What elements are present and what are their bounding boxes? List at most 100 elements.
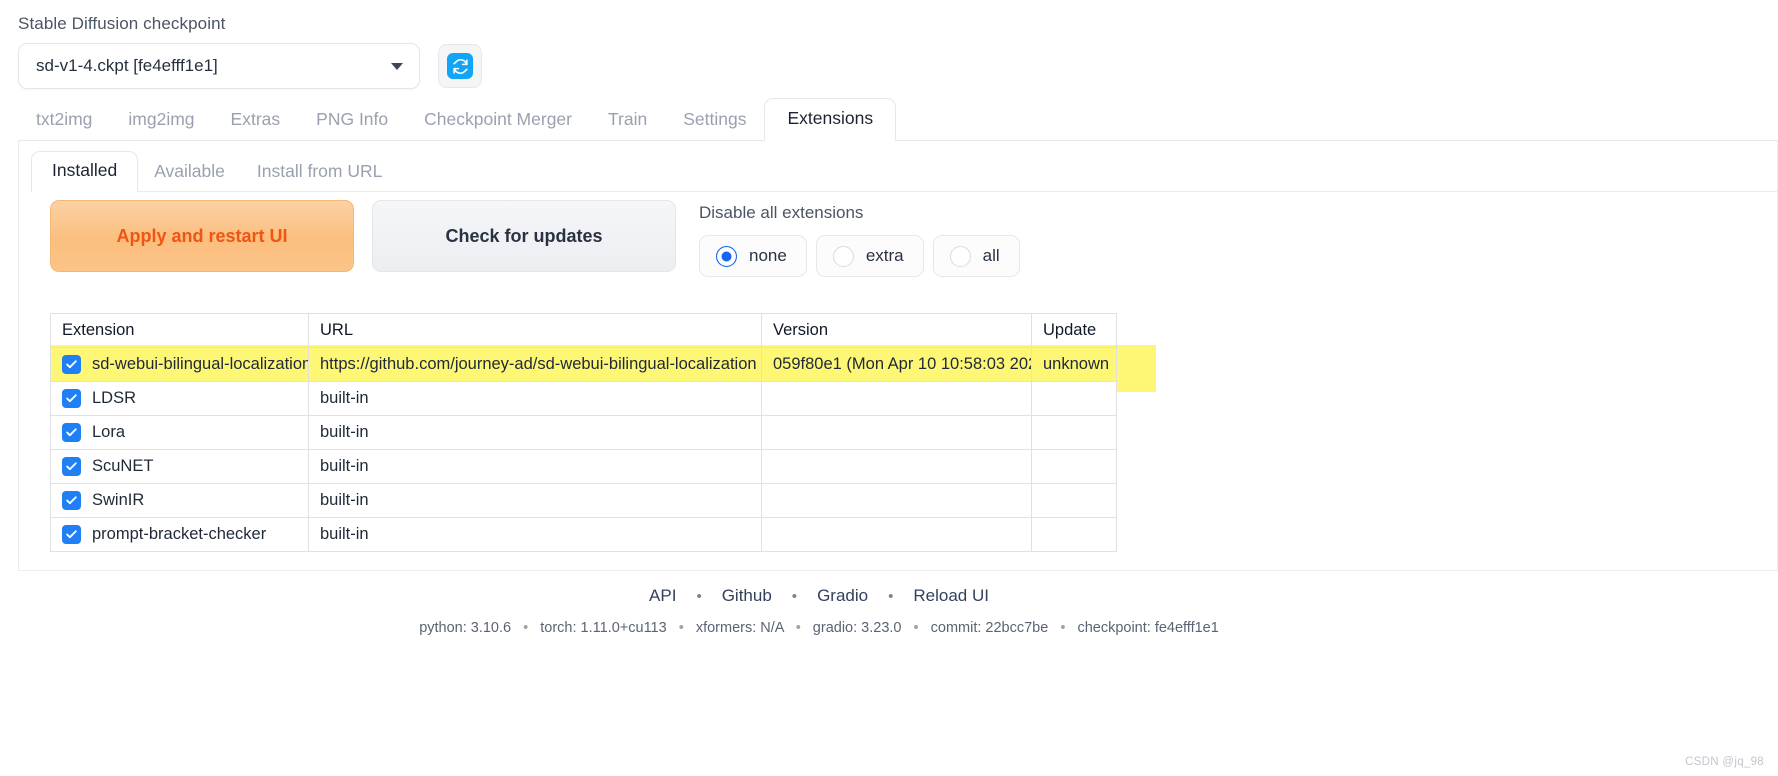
extension-name: SwinIR xyxy=(92,491,145,509)
radio-label-all: all xyxy=(982,246,1000,265)
cell-version xyxy=(761,415,1032,450)
table-header-row: Extension URL Version Update xyxy=(50,313,1117,348)
disable-all-extensions-label: Disable all extensions xyxy=(699,203,864,222)
table-row[interactable]: SwinIR built-in xyxy=(50,483,1117,518)
radio-label-none: none xyxy=(749,246,787,265)
cell-update xyxy=(1031,517,1117,552)
footer-meta: python: 3.10.6 • torch: 1.11.0+cu113 • x… xyxy=(0,620,1778,636)
extension-enabled-checkbox[interactable] xyxy=(62,491,81,510)
meta-xformers: xformers: N/A xyxy=(695,620,784,636)
cell-version xyxy=(761,483,1032,518)
radio-option-all[interactable]: all xyxy=(932,235,1020,277)
meta-torch: torch: 1.11.0+cu113 xyxy=(540,620,667,636)
check-for-updates-button[interactable]: Check for updates xyxy=(372,200,676,272)
tab-train[interactable]: Train xyxy=(590,100,665,141)
table-row[interactable]: Lora built-in xyxy=(50,415,1117,450)
table-row[interactable]: ScuNET built-in xyxy=(50,449,1117,484)
checkpoint-row: sd-v1-4.ckpt [fe4efff1e1] xyxy=(18,43,482,89)
extension-enabled-checkbox[interactable] xyxy=(62,423,81,442)
footer-link-gradio[interactable]: Gradio xyxy=(797,586,888,606)
column-header-version: Version xyxy=(761,313,1032,348)
apply-and-restart-ui-button[interactable]: Apply and restart UI xyxy=(50,200,354,272)
extensions-table: Extension URL Version Update sd-webui-bi… xyxy=(50,313,1117,552)
meta-python: python: 3.10.6 xyxy=(419,620,512,636)
cell-url: built-in xyxy=(308,381,762,416)
subtab-available[interactable]: Available xyxy=(138,153,241,192)
extension-enabled-checkbox[interactable] xyxy=(62,525,81,544)
cell-url: built-in xyxy=(308,517,762,552)
cell-update xyxy=(1031,381,1117,416)
extensions-sub-tab-bar: Installed Available Install from URL xyxy=(31,151,1777,192)
disable-all-radio-row: none extra all xyxy=(699,235,1020,277)
disable-all-extensions-group: Disable all extensions none extra all xyxy=(699,200,1020,277)
tab-img2img[interactable]: img2img xyxy=(110,100,212,141)
radio-option-extra[interactable]: extra xyxy=(815,235,924,277)
cell-extension: prompt-bracket-checker xyxy=(50,517,309,552)
cell-update xyxy=(1031,449,1117,484)
radio-indicator-extra xyxy=(832,245,854,267)
tab-settings[interactable]: Settings xyxy=(665,100,764,141)
extension-name: sd-webui-bilingual-localization xyxy=(92,355,309,373)
checkpoint-select-value: sd-v1-4.ckpt [fe4efff1e1] xyxy=(36,56,218,75)
app-root: Stable Diffusion checkpoint sd-v1-4.ckpt… xyxy=(0,0,1778,776)
cell-url: built-in xyxy=(308,483,762,518)
tab-txt2img[interactable]: txt2img xyxy=(18,100,110,141)
extension-name: LDSR xyxy=(92,389,137,407)
footer-link-api[interactable]: API xyxy=(629,586,696,606)
table-row[interactable]: prompt-bracket-checker built-in xyxy=(50,517,1117,552)
extension-name: ScuNET xyxy=(92,457,154,475)
radio-indicator-none xyxy=(716,245,737,267)
column-header-extension: Extension xyxy=(50,313,309,348)
subtab-install-from-url[interactable]: Install from URL xyxy=(241,153,398,192)
cell-version xyxy=(761,449,1032,484)
cell-extension: sd-webui-bilingual-localization xyxy=(50,347,309,382)
extension-enabled-checkbox[interactable] xyxy=(62,355,81,374)
extension-name: Lora xyxy=(92,423,126,441)
checkpoint-select[interactable]: sd-v1-4.ckpt [fe4efff1e1] xyxy=(18,43,420,89)
extensions-controls: Apply and restart UI Check for updates D… xyxy=(50,200,1020,277)
watermark: CSDN @jq_98 xyxy=(1685,756,1764,768)
extensions-table-body: sd-webui-bilingual-localization https://… xyxy=(50,347,1117,552)
cell-update xyxy=(1031,415,1117,450)
meta-separator: • xyxy=(678,620,684,636)
radio-indicator-all xyxy=(949,245,971,267)
footer-links: API • Github • Gradio • Reload UI xyxy=(0,586,1778,606)
extension-enabled-checkbox[interactable] xyxy=(62,389,81,408)
footer-link-github[interactable]: Github xyxy=(702,586,792,606)
table-row[interactable]: sd-webui-bilingual-localization https://… xyxy=(50,347,1117,382)
cell-extension: LDSR xyxy=(50,381,309,416)
meta-gradio: gradio: 3.23.0 xyxy=(812,620,902,636)
cell-url: built-in xyxy=(308,449,762,484)
cell-version: 059f80e1 (Mon Apr 10 10:58:03 2023) xyxy=(761,347,1032,382)
tab-extras[interactable]: Extras xyxy=(213,100,299,141)
checkpoint-label: Stable Diffusion checkpoint xyxy=(18,14,226,33)
meta-separator: • xyxy=(523,620,529,636)
tab-png-info[interactable]: PNG Info xyxy=(298,100,406,141)
cell-url: https://github.com/journey-ad/sd-webui-b… xyxy=(308,347,762,382)
meta-separator: • xyxy=(1060,620,1066,636)
table-row[interactable]: LDSR built-in xyxy=(50,381,1117,416)
cell-update xyxy=(1031,483,1117,518)
footer: API • Github • Gradio • Reload UI python… xyxy=(0,586,1778,636)
column-header-url: URL xyxy=(308,313,762,348)
extension-name: prompt-bracket-checker xyxy=(92,525,267,543)
footer-link-reload-ui[interactable]: Reload UI xyxy=(893,586,1009,606)
extension-enabled-checkbox[interactable] xyxy=(62,457,81,476)
checkpoint-block: Stable Diffusion checkpoint sd-v1-4.ckpt… xyxy=(18,14,482,89)
chevron-down-icon xyxy=(391,62,403,70)
radio-label-extra: extra xyxy=(865,246,904,265)
meta-separator: • xyxy=(913,620,919,636)
tab-extensions[interactable]: Extensions xyxy=(764,98,897,141)
meta-commit: commit: 22bcc7be xyxy=(930,620,1049,636)
refresh-checkpoints-button[interactable] xyxy=(438,44,482,88)
cell-extension: SwinIR xyxy=(50,483,309,518)
main-tab-bar: txt2img img2img Extras PNG Info Checkpoi… xyxy=(18,98,1778,141)
meta-checkpoint: checkpoint: fe4efff1e1 xyxy=(1077,620,1219,636)
radio-option-none[interactable]: none xyxy=(699,235,807,277)
cell-url: built-in xyxy=(308,415,762,450)
subtab-installed[interactable]: Installed xyxy=(31,151,139,192)
cell-extension: Lora xyxy=(50,415,309,450)
extensions-table-head: Extension URL Version Update xyxy=(50,313,1117,348)
tab-checkpoint-merger[interactable]: Checkpoint Merger xyxy=(406,100,590,141)
cell-update: unknown xyxy=(1031,347,1117,382)
